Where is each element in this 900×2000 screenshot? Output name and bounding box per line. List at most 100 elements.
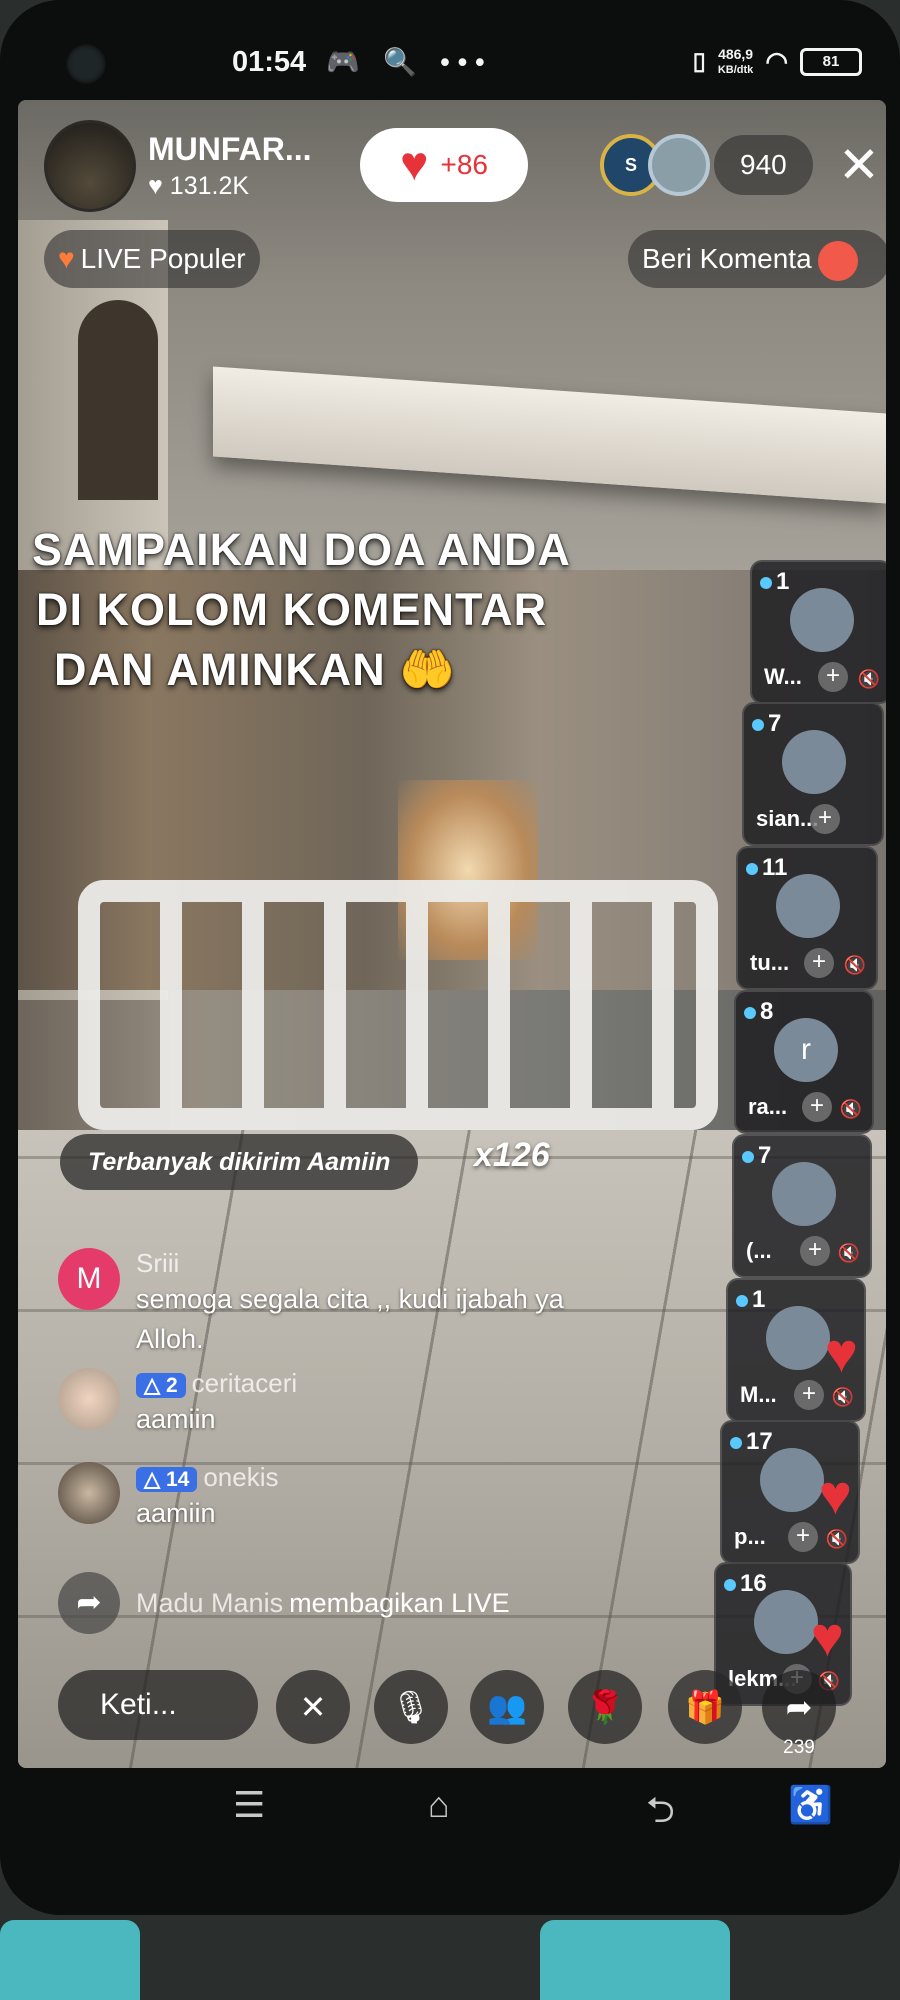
back-icon[interactable]: ⮌ [646,1784,675,1845]
overlay-line-1: SAMPAIKAN DOA ANDA [32,524,571,575]
top-viewer-badge[interactable] [648,134,710,196]
viewer-count[interactable]: 940 [714,135,813,195]
guest-rank: 8 [744,998,773,1026]
comment-prompt-label: Beri Komenta [642,243,812,274]
host-avatar[interactable] [44,120,136,212]
comment-avatar[interactable] [58,1462,120,1524]
home-icon[interactable]: ⌂ [428,1784,450,1826]
guests-icon[interactable]: 👥 [470,1670,544,1744]
guest-avatar [782,730,846,794]
follow-plus-icon[interactable]: + [794,1380,824,1410]
host-text: MUNFAR... ♥ 131.2K [148,131,312,201]
scene-arched-window [78,300,158,500]
follow-plus-icon[interactable]: + [802,1092,832,1122]
share-count: 239 [783,1737,815,1758]
camera-off-icon[interactable]: ✕ [276,1670,350,1744]
overlay-line-2: DI KOLOM KOMENTAR [36,584,548,635]
level-number: 14 [165,1468,190,1491]
guest-tile[interactable]: 1 M... + 🔇 ♥ [726,1278,866,1422]
net-speed-value: 486,9 [718,45,754,62]
phone-stand-right [540,1920,730,2000]
wifi-icon: ◠ [765,46,788,76]
guest-rank: 1 [760,568,789,596]
comment-username[interactable]: ceritaceri [192,1368,297,1398]
live-popular-chip[interactable]: ♥ LIVE Populer [44,230,260,288]
mic-muted-icon: 🔇 [857,669,880,689]
gift-banner: Terbanyak dikirim Aamiin [60,1134,419,1190]
status-time: 01:54 [232,46,307,78]
follow-plus-icon[interactable]: + [788,1522,818,1552]
gift-multiplier: x126 [474,1136,550,1174]
comment-input[interactable]: Keti... [58,1670,258,1740]
top-viewer-badge-initial: S [624,155,637,175]
guest-name: sian... [756,806,819,831]
guest-tile[interactable]: 8 r ra... + 🔇 [734,990,874,1134]
live-stream-view[interactable]: MUNFAR... ♥ 131.2K ♥ +86 S 940 ✕ ♥ LIVE P… [18,100,886,1768]
vibrate-icon: ▯ [692,48,706,75]
comment-body: △ 14 onekis aamiin [136,1462,636,1533]
accessibility-icon[interactable]: ♿ [788,1784,833,1826]
guest-tile[interactable]: 11 tu... + 🔇 [736,846,878,990]
system-nav-bar: ☰ ⌂ ⮌ ♿ [18,1770,886,1846]
guest-tile[interactable]: 7 sian... + [742,702,884,846]
share-username[interactable]: Madu Manis [136,1588,283,1619]
comment-item[interactable]: △ 2 ceritaceri aamiin [58,1368,636,1439]
comment-text: semoga segala cita ,, kudi ijabah ya All… [136,1284,564,1354]
comment-item[interactable]: △ 14 onekis aamiin [58,1462,636,1533]
mic-muted-icon: 🔇 [843,955,866,975]
comment-text: aamiin [136,1404,216,1434]
like-button[interactable]: ♥ +86 [360,128,528,202]
menu-icon[interactable]: ☰ [233,1784,265,1826]
comment-text: aamiin [136,1498,216,1528]
share-arrow-icon: ➦ [58,1572,120,1634]
rose-gift-icon[interactable]: 🌹 [568,1670,642,1744]
guest-avatar [776,874,840,938]
guest-name: tu... [750,950,790,975]
overlay-line-3-row: DAN AMINKAN 🤲 [32,640,571,700]
host-info[interactable]: MUNFAR... ♥ 131.2K [44,120,312,212]
mic-muted-icon: 🔇 [831,1387,854,1407]
comment-body: △ 2 ceritaceri aamiin [136,1368,636,1439]
level-badge: △ 14 [136,1467,198,1492]
net-speed: 486,9 KB/dtk [718,47,753,77]
bottom-action-bar: Keti... ✕ 🎙 👥 🌹 🎁 ➦ 239 [18,1660,886,1758]
share-button[interactable]: ➦ 239 [762,1670,836,1758]
heart-icon: ♥ [400,138,429,191]
gift-box-icon[interactable]: 🎁 [668,1670,742,1744]
guest-rank: 1 [736,1286,765,1314]
level-badge: △ 2 [136,1373,186,1398]
mic-muted-icon: 🔇 [837,1243,860,1263]
follow-plus-icon[interactable]: + [810,804,840,834]
host-name: MUNFAR... [148,131,312,167]
follow-plus-icon[interactable]: + [804,948,834,978]
comment-avatar[interactable]: M [58,1248,120,1310]
guest-name: W... [764,664,802,689]
mic-off-icon[interactable]: 🎙 [374,1670,448,1744]
top-viewers[interactable]: S 940 [600,134,813,196]
phone-frame: 01:54 🎮 🔍 ••• ▯ 486,9 KB/dtk ◠ 81 MUNFAR… [0,0,900,1915]
battery-icon: 81 [800,47,862,76]
status-notification-icons: 🎮 🔍 ••• [326,47,493,77]
close-icon[interactable]: ✕ [838,140,880,190]
guest-avatar: r [774,1018,838,1082]
phone-stand-left [0,1920,140,2000]
floating-heart-icon: ♥ [818,1463,852,1526]
comment-username[interactable]: Sriii [136,1248,636,1279]
guest-avatar [790,588,854,652]
comment-prompt-chip[interactable]: Beri Komenta [628,230,886,288]
comment-avatar[interactable] [58,1368,120,1430]
follow-plus-icon[interactable]: + [800,1236,830,1266]
live-popular-label: LIVE Populer [80,243,246,274]
comment-username[interactable]: onekis [203,1462,278,1492]
overlay-line-3: DAN AMINKAN [54,644,386,695]
comment-item[interactable]: M Sriii semoga segala cita ,, kudi ijaba… [58,1248,636,1359]
mic-muted-icon: 🔇 [825,1529,848,1549]
guest-tile[interactable]: 17 p... + 🔇 ♥ [720,1420,860,1564]
guest-rank: 16 [724,1570,767,1598]
like-count: +86 [440,149,489,180]
scene-barrier [78,880,718,1130]
flame-heart-icon: ♥ [58,243,75,274]
guest-tile[interactable]: 1 W... + 🔇 [750,560,886,704]
guest-tile[interactable]: 7 (... + 🔇 [732,1134,872,1278]
follow-plus-icon[interactable]: + [818,662,848,692]
